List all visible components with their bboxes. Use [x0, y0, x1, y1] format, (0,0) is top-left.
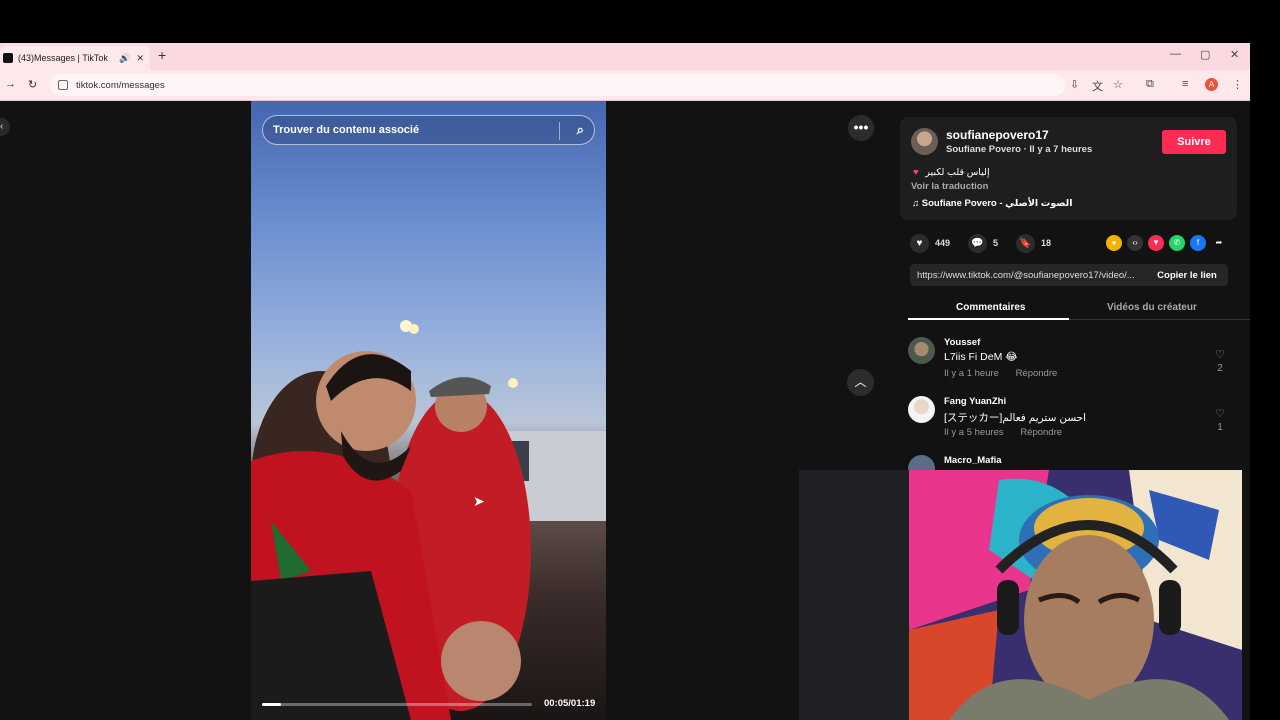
creator-username[interactable]: soufianepovero17 — [946, 128, 1049, 142]
comment-meta: Il y a 5 heures Répondre — [944, 427, 1062, 438]
save-count: 18 — [1041, 238, 1052, 248]
mouse-cursor-icon: ➤ — [473, 493, 485, 509]
more-options-button[interactable]: ••• — [848, 115, 874, 141]
send-to-friends-icon[interactable]: ▼ — [1148, 235, 1164, 251]
video-description: ♥ إلياس قلب لكبير — [913, 167, 990, 178]
save-stat[interactable]: 🔖 18 — [1016, 233, 1052, 253]
like-stat[interactable]: ♥ 449 — [910, 233, 951, 253]
whatsapp-icon[interactable]: ✆ — [1169, 235, 1185, 251]
engagement-stats: ♥ 449 💬 5 🔖 18 — [910, 233, 1061, 253]
video-progress-fill — [262, 703, 281, 706]
commenter-avatar[interactable] — [908, 337, 935, 364]
browser-tab-bar: (43)Messages | TikTok 🔊 ✕ + — ▢ ✕ — [0, 43, 1250, 70]
comment-item: Youssef L7iis Fi DeM 😂 Il y a 1 heure Ré… — [908, 337, 1228, 387]
copy-link-button[interactable]: Copier le lien — [1146, 270, 1228, 281]
maximize-icon[interactable]: ▢ — [1200, 48, 1210, 61]
video-link-url[interactable]: https://www.tiktok.com/@soufianepovero17… — [910, 270, 1146, 281]
comment-item: Fang YuanZhi [ステッカー]احسن ستريم فعالم Il … — [908, 396, 1228, 446]
tab-creator-videos[interactable]: Vidéos du créateur — [1107, 302, 1197, 313]
comment-like-count: 2 — [1217, 363, 1223, 374]
description-text: إلياس قلب لكبير — [925, 167, 990, 178]
url-text: tiktok.com/messages — [76, 79, 165, 91]
music-title: Soufiane Povero - الصوت الأصلي — [921, 198, 1073, 209]
forward-icon[interactable]: → — [5, 78, 16, 90]
comment-meta: Il y a 1 heure Répondre — [944, 368, 1057, 379]
commenter-name[interactable]: Fang YuanZhi — [944, 396, 1006, 407]
heart-outline-icon[interactable]: ♡ — [1215, 349, 1225, 361]
webcam-frame — [799, 470, 1242, 720]
bookmark-star-icon[interactable]: ☆ — [1113, 78, 1123, 91]
comment-like-count: 1 — [1217, 422, 1223, 433]
creator-avatar[interactable] — [911, 128, 938, 155]
bookmark-icon[interactable]: 🔖 — [1016, 233, 1036, 253]
active-tab-indicator — [908, 318, 1069, 320]
comment-time: Il y a 1 heure — [944, 368, 999, 379]
comment-time: Il y a 5 heures — [944, 427, 1004, 438]
previous-video-button[interactable]: ︿ — [847, 369, 874, 396]
screen-right-border — [1250, 43, 1280, 720]
heart-icon[interactable]: ♥ — [910, 233, 929, 253]
like-count: 449 — [935, 238, 951, 248]
video-frame — [251, 320, 606, 720]
search-placeholder: Trouver du contenu associé — [273, 124, 420, 136]
commenter-name[interactable]: Macro_Mafia — [944, 455, 1002, 466]
comment-stat[interactable]: 💬 5 — [968, 233, 999, 253]
reply-button[interactable]: Répondre — [1016, 368, 1058, 379]
close-window-icon[interactable]: ✕ — [1230, 48, 1239, 61]
profile-avatar[interactable]: A — [1205, 78, 1218, 91]
comment-count: 5 — [993, 238, 999, 248]
address-bar-row: → ↻ tiktok.com/messages ⇩ 文 ☆ ⧉ ≡ ⋮ — [0, 70, 1250, 101]
install-icon[interactable]: ⇩ — [1070, 78, 1079, 91]
reply-button[interactable]: Répondre — [1020, 427, 1062, 438]
video-progress-bar[interactable] — [262, 703, 532, 706]
tab-comments[interactable]: Commentaires — [956, 302, 1025, 313]
commenter-name[interactable]: Youssef — [944, 337, 980, 348]
video-time: 00:05/01:19 — [544, 698, 596, 709]
browser-tab[interactable]: (43)Messages | TikTok 🔊 ✕ — [0, 46, 150, 70]
minimize-icon[interactable]: — — [1170, 48, 1181, 60]
see-translation-link[interactable]: Voir la traduction — [911, 181, 988, 192]
comment-icon[interactable]: 💬 — [968, 233, 988, 253]
comment-text: [ステッカー]احسن ستريم فعالم — [944, 412, 1087, 424]
browser-menu-icon[interactable]: ⋮ — [1232, 78, 1243, 91]
share-icons: ● ‹› ▼ ✆ f ➦ — [1106, 235, 1227, 251]
webcam-overlay — [799, 470, 1242, 720]
comments-tabs: Commentaires Vidéos du créateur — [908, 296, 1250, 320]
close-tab-icon[interactable]: ✕ — [136, 53, 144, 64]
search-divider — [559, 122, 560, 140]
video-link-box: https://www.tiktok.com/@soufianepovero17… — [910, 264, 1228, 286]
facebook-icon[interactable]: f — [1190, 235, 1206, 251]
share-arrow-icon[interactable]: ➦ — [1211, 235, 1227, 251]
comment-text: L7iis Fi DeM 😂 — [944, 351, 1018, 363]
related-content-search[interactable]: Trouver du contenu associé ⌕ — [262, 115, 595, 145]
coin-icon[interactable]: ● — [1106, 235, 1122, 251]
site-info-icon[interactable] — [58, 80, 68, 90]
follow-button[interactable]: Suivre — [1162, 130, 1226, 154]
extensions-icon[interactable]: ⧉ — [1146, 78, 1154, 91]
url-field[interactable]: tiktok.com/messages — [50, 74, 1065, 96]
screen-top-border — [0, 0, 1280, 43]
video-player[interactable]: Trouver du contenu associé ⌕ 00:05/01:19 — [251, 101, 606, 720]
embed-icon[interactable]: ‹› — [1127, 235, 1143, 251]
music-info[interactable]: ♫ Soufiane Povero - الصوت الأصلي — [912, 198, 1073, 209]
media-controls-icon[interactable]: ≡ — [1182, 78, 1188, 90]
music-note-icon: ♫ — [912, 198, 920, 209]
comment-like[interactable]: ♡ 2 — [1212, 348, 1228, 374]
comment-like[interactable]: ♡ 1 — [1212, 407, 1228, 433]
creator-subtitle: Soufiane Povero · Il y a 7 heures — [946, 144, 1093, 155]
creator-info-panel: soufianepovero17 Soufiane Povero · Il y … — [900, 117, 1237, 220]
tiktok-favicon-icon — [3, 53, 13, 63]
commenter-avatar[interactable] — [908, 396, 935, 423]
translate-icon[interactable]: 文 — [1092, 78, 1103, 94]
tab-title: (43)Messages | TikTok — [18, 53, 108, 63]
new-tab-button[interactable]: + — [158, 47, 166, 63]
speaker-icon[interactable]: 🔊 — [119, 53, 130, 64]
reload-icon[interactable]: ↻ — [28, 78, 37, 91]
heart-emoji-icon: ♥ — [913, 167, 919, 178]
heart-outline-icon[interactable]: ♡ — [1215, 408, 1225, 420]
search-icon[interactable]: ⌕ — [577, 122, 584, 138]
